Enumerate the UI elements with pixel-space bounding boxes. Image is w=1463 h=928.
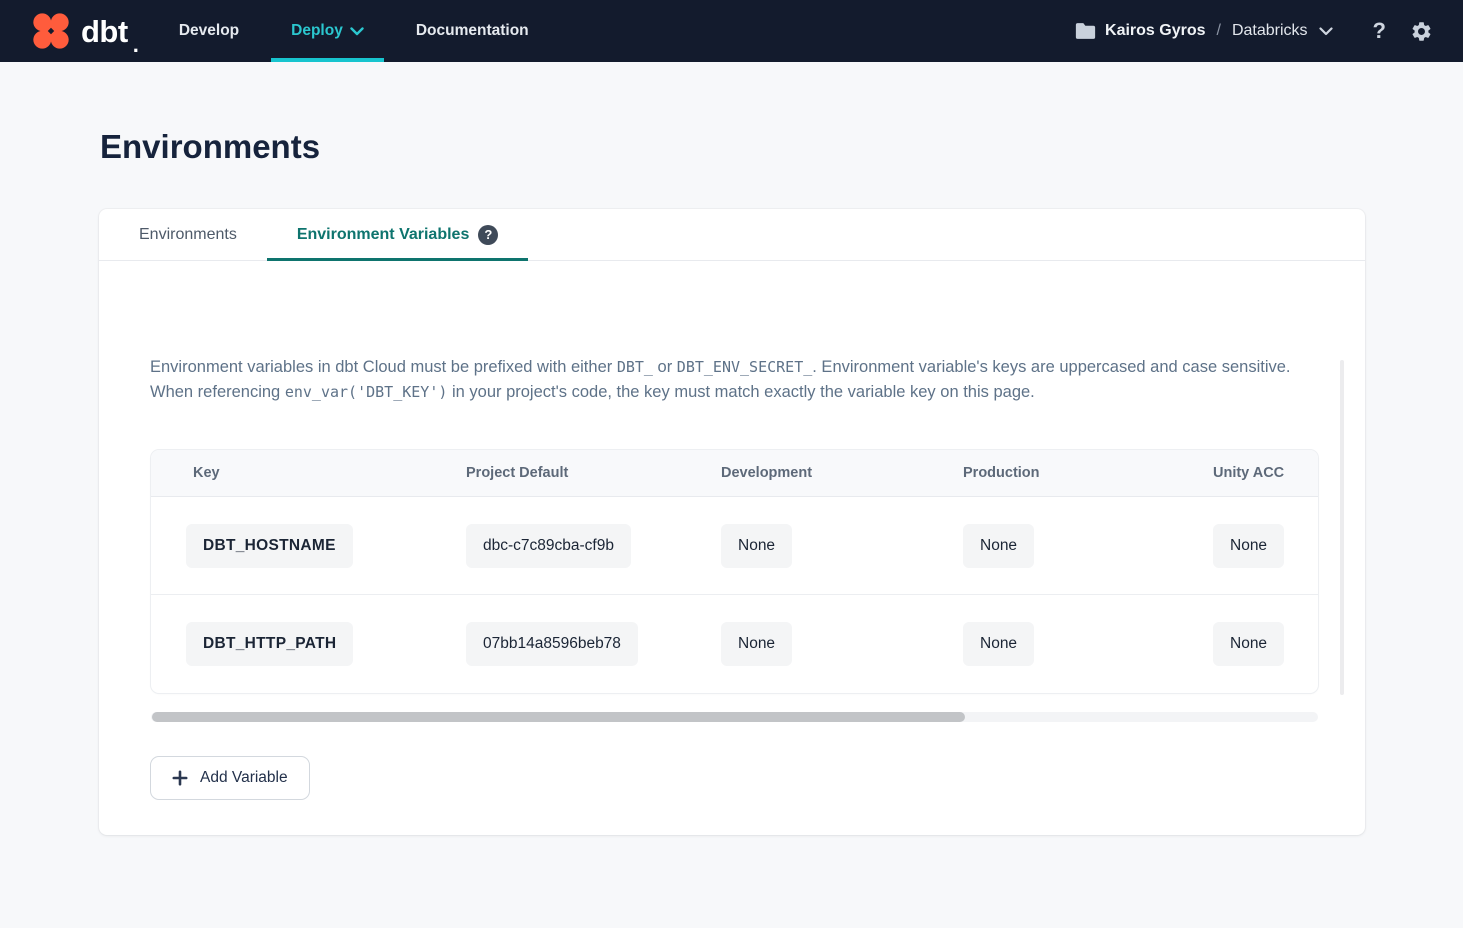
- var-key-cell[interactable]: DBT_HOSTNAME: [186, 524, 353, 568]
- desc-part: . Environment variable's keys are upperc…: [812, 358, 1290, 376]
- var-key-cell[interactable]: DBT_HTTP_PATH: [186, 622, 353, 666]
- code-dbt-prefix: DBT_: [617, 358, 653, 376]
- chevron-down-icon: [1319, 27, 1333, 36]
- development-cell[interactable]: None: [721, 622, 792, 666]
- chevron-down-icon: [350, 27, 364, 36]
- tab-label: Environments: [139, 226, 237, 244]
- help-circle-icon[interactable]: ?: [478, 225, 498, 245]
- column-header-project-default: Project Default: [416, 465, 711, 481]
- gear-icon[interactable]: [1410, 20, 1433, 43]
- dbt-logo-icon: [30, 10, 72, 52]
- nav-item-develop[interactable]: Develop: [159, 0, 259, 62]
- main-nav: Develop Deploy Documentation: [153, 0, 555, 62]
- page-title: Environments: [100, 128, 1463, 166]
- folder-icon: [1075, 22, 1096, 40]
- project-default-cell[interactable]: 07bb14a8596beb78: [466, 622, 638, 666]
- horizontal-scrollbar-track[interactable]: [151, 712, 1318, 722]
- tab-environment-variables[interactable]: Environment Variables ?: [267, 209, 529, 260]
- nav-item-label: Deploy: [291, 22, 343, 40]
- vertical-scrollbar[interactable]: [1340, 360, 1344, 695]
- column-header-production: Production: [951, 465, 1201, 481]
- unity-acc-cell[interactable]: None: [1213, 524, 1284, 568]
- nav-item-deploy[interactable]: Deploy: [271, 0, 384, 62]
- brand-dot: .: [133, 32, 139, 58]
- project-default-cell[interactable]: dbc-c7c89cba-cf9b: [466, 524, 631, 568]
- environments-card: Environments Environment Variables ? Env…: [99, 209, 1365, 835]
- dbt-logo[interactable]: dbt .: [30, 0, 139, 62]
- plus-icon: [172, 770, 188, 786]
- help-icon[interactable]: ?: [1373, 18, 1386, 44]
- tab-environments[interactable]: Environments: [109, 209, 267, 260]
- desc-part: Environment variables in dbt Cloud must …: [150, 358, 617, 376]
- add-variable-label: Add Variable: [200, 769, 288, 787]
- nav-item-documentation[interactable]: Documentation: [396, 0, 549, 62]
- code-dbt-env-secret-prefix: DBT_ENV_SECRET_: [677, 358, 812, 376]
- production-cell[interactable]: None: [963, 622, 1034, 666]
- desc-part: or: [653, 358, 677, 376]
- horizontal-scrollbar-thumb[interactable]: [152, 712, 965, 722]
- project-name: Databricks: [1232, 22, 1308, 40]
- table-header-row: Key Project Default Development Producti…: [151, 450, 1318, 497]
- column-header-key: Key: [151, 465, 416, 481]
- add-variable-button[interactable]: Add Variable: [150, 756, 310, 800]
- description-text: Environment variables in dbt Cloud must …: [150, 355, 1317, 405]
- tabbar: Environments Environment Variables ?: [99, 209, 1365, 261]
- unity-acc-cell[interactable]: None: [1213, 622, 1284, 666]
- desc-part: When referencing: [150, 383, 285, 401]
- table-row: DBT_HTTP_PATH 07bb14a8596beb78 None None…: [151, 595, 1318, 693]
- account-name: Kairos Gyros: [1105, 22, 1205, 40]
- tab-content: Environment variables in dbt Cloud must …: [99, 355, 1365, 928]
- desc-part: in your project's code, the key must mat…: [447, 383, 1034, 401]
- code-env-var: env_var('DBT_KEY'): [285, 383, 448, 401]
- env-variables-table: Key Project Default Development Producti…: [151, 450, 1318, 693]
- brand-name: dbt: [81, 16, 128, 47]
- top-navbar: dbt . Develop Deploy Documentation Kairo…: [0, 0, 1463, 62]
- column-header-development: Development: [711, 465, 951, 481]
- column-header-unity-acc: Unity ACC: [1201, 465, 1318, 481]
- table-row: DBT_HOSTNAME dbc-c7c89cba-cf9b None None…: [151, 497, 1318, 595]
- development-cell[interactable]: None: [721, 524, 792, 568]
- production-cell[interactable]: None: [963, 524, 1034, 568]
- tab-label: Environment Variables: [297, 226, 470, 244]
- nav-item-label: Develop: [179, 22, 239, 40]
- breadcrumb-separator: /: [1215, 22, 1223, 40]
- nav-item-label: Documentation: [416, 22, 529, 40]
- navbar-right: Kairos Gyros / Databricks ?: [1075, 0, 1433, 62]
- project-switcher[interactable]: Kairos Gyros / Databricks: [1075, 22, 1333, 40]
